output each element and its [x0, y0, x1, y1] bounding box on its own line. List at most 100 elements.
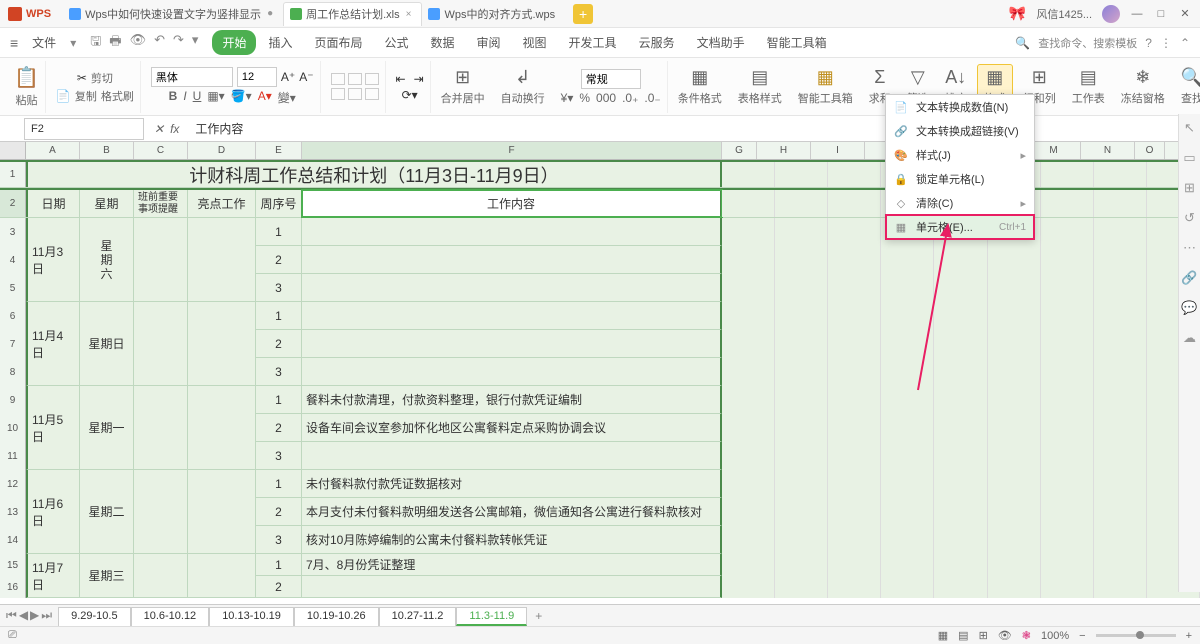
indent-left-icon[interactable]: ⇤ — [396, 72, 406, 86]
search-hint[interactable]: 查找命令、搜索模板 — [1038, 35, 1137, 51]
rowcol-icon[interactable]: ⊞ — [1032, 67, 1047, 88]
sheet-tab[interactable]: 10.27-11.2 — [379, 607, 457, 626]
read-mode-icon[interactable]: 👁 — [998, 629, 1012, 642]
inc-decimal-icon[interactable]: .0₊ — [622, 91, 638, 105]
select-all-corner[interactable] — [0, 142, 26, 159]
cut-icon[interactable]: ✂ — [77, 71, 87, 85]
menu-tab-insert[interactable]: 插入 — [258, 30, 302, 55]
avatar[interactable] — [1102, 5, 1120, 23]
view-normal-icon[interactable]: ▦ — [938, 629, 948, 642]
paste-icon[interactable]: 📋 — [14, 65, 39, 90]
add-tab-button[interactable]: + — [573, 4, 593, 24]
cursor-icon[interactable]: ↖ — [1182, 120, 1198, 136]
help-icon[interactable]: ? — [1145, 36, 1152, 50]
sheet-nav-last-icon[interactable]: ⏭ — [41, 608, 52, 623]
minimize-button[interactable]: — — [1130, 7, 1144, 21]
collapse-ribbon-icon[interactable]: ⌃ — [1180, 36, 1190, 50]
smart-tools-icon[interactable]: ▦ — [817, 67, 834, 88]
fx-cancel-icon[interactable]: ✕ — [154, 122, 164, 136]
worksheet-icon[interactable]: ▤ — [1080, 67, 1097, 88]
wrap-icon[interactable]: ↲ — [515, 67, 530, 88]
app-menu-icon[interactable]: ≡ — [10, 35, 18, 51]
qat-redo-icon[interactable]: ↷ — [173, 32, 184, 54]
qat-dropdown-icon[interactable]: ▾ — [192, 32, 199, 54]
select-icon[interactable]: ▭ — [1182, 150, 1198, 166]
font-name-select[interactable] — [151, 67, 233, 87]
eye-care-icon[interactable]: ❃ — [1022, 629, 1031, 642]
tab-close-icon[interactable]: × — [406, 9, 412, 20]
sheet-nav-prev-icon[interactable]: ◀ — [19, 608, 28, 623]
dec-decimal-icon[interactable]: .0₋ — [644, 91, 660, 105]
font-color-button[interactable]: A▾ — [258, 89, 272, 106]
view-page-icon[interactable]: ⊞ — [979, 629, 988, 642]
menu-tab-smart[interactable]: 智能工具箱 — [757, 30, 837, 55]
decrease-font-icon[interactable]: A⁻ — [299, 70, 313, 84]
sheet-nav-first-icon[interactable]: ⏮ — [6, 608, 17, 623]
cond-format-icon[interactable]: ▦ — [691, 67, 708, 88]
menu-tab-view[interactable]: 视图 — [513, 30, 557, 55]
col-header[interactable]: E — [256, 142, 302, 159]
sheet-add-button[interactable]: + — [527, 607, 550, 625]
sheet-tab[interactable]: 10.6-10.12 — [131, 607, 210, 626]
increase-font-icon[interactable]: A⁺ — [281, 70, 295, 84]
menu-tab-review[interactable]: 审阅 — [467, 30, 511, 55]
col-header[interactable]: N — [1081, 142, 1135, 159]
file-menu[interactable]: 文件 — [24, 32, 64, 53]
maximize-button[interactable]: □ — [1154, 7, 1168, 21]
align-buttons[interactable] — [331, 73, 379, 100]
search-icon[interactable]: 🔍 — [1015, 36, 1030, 50]
indent-right-icon[interactable]: ⇥ — [414, 72, 424, 86]
menu-tab-formula[interactable]: 公式 — [374, 30, 418, 55]
col-header[interactable]: C — [134, 142, 188, 159]
sheet-nav-next-icon[interactable]: ▶ — [30, 608, 39, 623]
percent-icon[interactable]: % — [579, 91, 590, 105]
doc-tab-2[interactable]: 周工作总结计划.xls × — [283, 2, 422, 26]
history-icon[interactable]: ↺ — [1182, 210, 1198, 226]
orientation-icon[interactable]: ⟳▾ — [402, 88, 418, 102]
menu-tab-data[interactable]: 数据 — [421, 30, 465, 55]
merge-icon[interactable]: ⊞ — [455, 67, 470, 88]
dropdown-item[interactable]: ▦ 单元格(E)... Ctrl+1 — [886, 215, 1034, 239]
filter-icon[interactable]: ▽ — [911, 67, 925, 88]
view-layout-icon[interactable]: ▤ — [958, 629, 968, 642]
qat-save-icon[interactable]: 🖫 — [90, 32, 101, 54]
name-box[interactable]: F2 — [24, 118, 144, 140]
menu-tab-start[interactable]: 开始 — [212, 30, 256, 55]
sheet-tab[interactable]: 11.3-11.9 — [456, 607, 527, 626]
col-header[interactable]: D — [188, 142, 256, 159]
col-header[interactable]: F — [302, 142, 722, 159]
italic-button[interactable]: I — [183, 89, 186, 106]
underline-button[interactable]: U — [193, 89, 202, 106]
table-style-icon[interactable]: ▤ — [751, 67, 768, 88]
bold-button[interactable]: B — [169, 89, 178, 106]
col-header[interactable]: M — [1027, 142, 1081, 159]
find-icon[interactable]: 🔍 — [1181, 67, 1200, 88]
zoom-in-icon[interactable]: + — [1186, 630, 1192, 642]
fx-icon[interactable]: fx — [170, 122, 179, 136]
feedback-icon[interactable]: 💬 — [1182, 300, 1198, 316]
menu-tab-dochelper[interactable]: 文档助手 — [687, 30, 755, 55]
zoom-out-icon[interactable]: − — [1079, 630, 1085, 642]
font-size-select[interactable] — [237, 67, 277, 87]
qat-print-icon[interactable]: 🖶 — [109, 32, 121, 54]
doc-tab-1[interactable]: Wps中如何快速设置文字为竖排显示 ● — [63, 2, 283, 26]
username[interactable]: 风信1425... — [1036, 6, 1092, 22]
col-header[interactable]: B — [80, 142, 134, 159]
menu-tab-cloud[interactable]: 云服务 — [629, 30, 685, 55]
copy-icon[interactable]: 📄 — [56, 89, 71, 103]
currency-icon[interactable]: ¥▾ — [561, 91, 574, 105]
number-format-select[interactable] — [581, 69, 641, 89]
qat-undo-icon[interactable]: ↶ — [154, 32, 165, 54]
menu-tab-layout[interactable]: 页面布局 — [304, 30, 372, 55]
sum-icon[interactable]: Σ — [874, 67, 885, 88]
qat-preview-icon[interactable]: 👁 — [130, 32, 147, 54]
zoom-slider[interactable] — [1096, 634, 1176, 637]
more-icon[interactable]: ⋮ — [1160, 36, 1172, 50]
dropdown-item[interactable]: 🔗 文本转换成超链接(V) — [886, 119, 1034, 143]
file-dropdown-icon[interactable]: ▾ — [70, 36, 76, 50]
dropdown-item[interactable]: 📄 文本转换成数值(N) — [886, 95, 1034, 119]
comma-icon[interactable]: 000 — [596, 91, 616, 105]
formula-input[interactable]: 工作内容 — [189, 120, 1200, 137]
sheet-tab[interactable]: 10.19-10.26 — [294, 607, 379, 626]
phonetic-button[interactable]: 變▾ — [278, 89, 296, 106]
